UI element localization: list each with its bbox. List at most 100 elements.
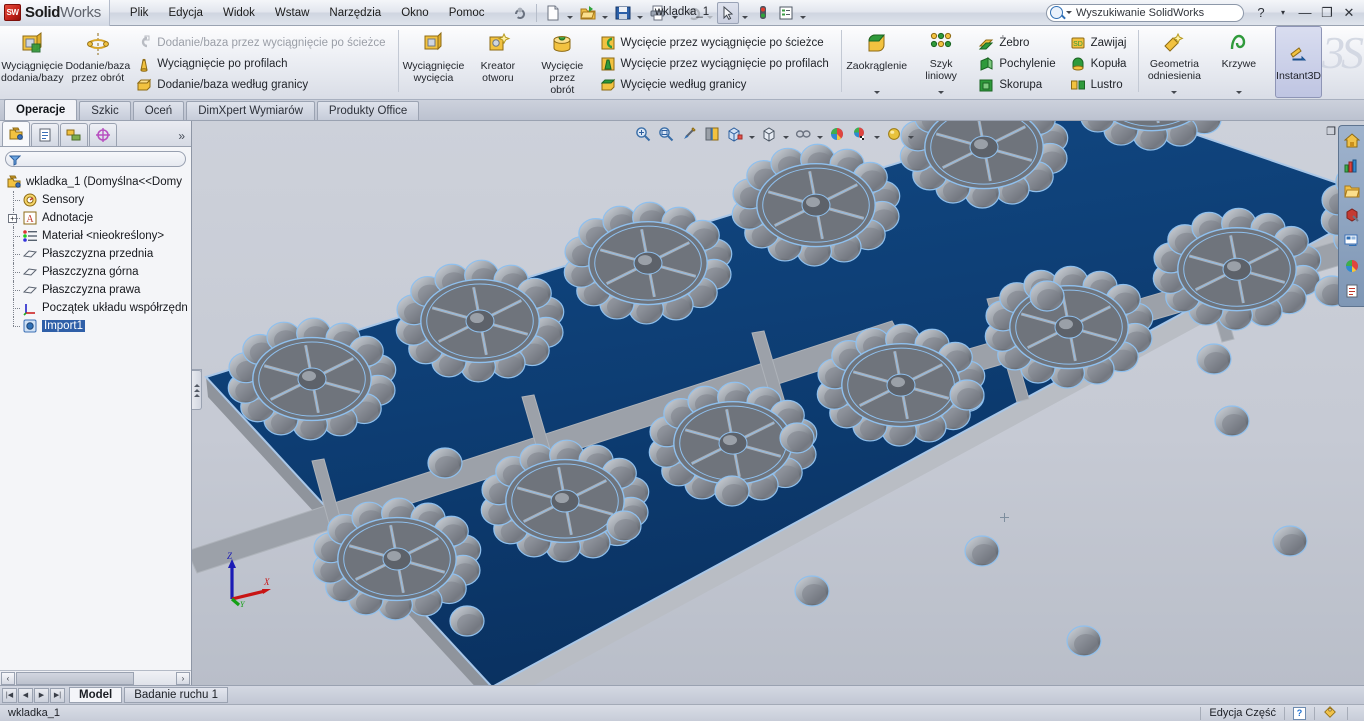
revolved-boss-base-button[interactable]: Dodanie/baza przez obrót bbox=[64, 26, 131, 98]
task-pane-view-palette-icon[interactable] bbox=[1341, 229, 1363, 253]
prev-sheet-button[interactable]: ◀ bbox=[18, 687, 33, 703]
menu-widok[interactable]: Widok bbox=[213, 2, 265, 24]
display-style-dropdown[interactable] bbox=[781, 124, 791, 144]
task-pane-design-library-icon[interactable] bbox=[1341, 154, 1363, 178]
fillet-button[interactable]: Zaokrąglenie bbox=[845, 26, 909, 98]
fillet-dropdown[interactable] bbox=[846, 87, 908, 97]
loose-boss[interactable] bbox=[714, 475, 750, 507]
tree-item-import1[interactable]: Import1 bbox=[4, 317, 191, 335]
loose-boss[interactable] bbox=[949, 379, 985, 411]
loose-boss[interactable] bbox=[449, 605, 485, 637]
gear-cavity[interactable] bbox=[395, 259, 565, 383]
loose-boss[interactable] bbox=[1066, 625, 1102, 657]
minimize-button[interactable]: — bbox=[1294, 3, 1316, 23]
close-button[interactable]: ✕ bbox=[1338, 3, 1360, 23]
lofted-boss-base-button[interactable]: Wyciągnięcie po profilach bbox=[133, 53, 392, 74]
menu-wstaw[interactable]: Wstaw bbox=[265, 2, 320, 24]
restore-button[interactable]: ❐ bbox=[1316, 3, 1338, 23]
options-dropdown[interactable] bbox=[798, 2, 809, 24]
menu-edycja[interactable]: Edycja bbox=[158, 2, 213, 24]
gear-cavity[interactable] bbox=[480, 439, 650, 563]
undo-dropdown[interactable] bbox=[705, 2, 716, 24]
curves-button[interactable]: Krzywe bbox=[1207, 26, 1271, 98]
search-input[interactable] bbox=[1076, 6, 1237, 19]
loose-boss[interactable] bbox=[1272, 525, 1308, 557]
zoom-to-fit-icon[interactable] bbox=[632, 124, 654, 144]
graphics-viewport[interactable]: ❐ ✕ Z X Y bbox=[192, 121, 1364, 685]
sheet-tab-badanie-ruchu[interactable]: Badanie ruchu 1 bbox=[124, 687, 228, 703]
loose-boss[interactable] bbox=[964, 535, 1000, 567]
boundary-boss-base-button[interactable]: Dodanie/baza według granicy bbox=[133, 74, 392, 95]
feature-tree-filter[interactable] bbox=[5, 151, 186, 167]
tree-item-adnotacje[interactable]: + A Adnotacje bbox=[4, 209, 191, 227]
property-manager-tab[interactable] bbox=[31, 123, 59, 146]
select-dropdown[interactable] bbox=[740, 2, 751, 24]
edit-appearance-icon[interactable] bbox=[826, 124, 848, 144]
wrap-button[interactable]: SD Zawijaj bbox=[1067, 32, 1134, 53]
lofted-cut-button[interactable]: Wycięcie przez wyciągnięcie po profilach bbox=[597, 53, 836, 74]
help-dropdown[interactable]: ▾ bbox=[1272, 3, 1294, 23]
feature-manager-more-tabs[interactable]: » bbox=[178, 129, 191, 146]
loose-boss[interactable] bbox=[1029, 280, 1065, 312]
tree-item-plaszczyzna-gorna[interactable]: Płaszczyzna górna bbox=[4, 263, 191, 281]
select-cursor-icon[interactable] bbox=[716, 1, 739, 24]
view-settings-dropdown[interactable] bbox=[906, 124, 916, 144]
undo-icon[interactable] bbox=[682, 2, 704, 24]
hole-wizard-button[interactable]: Kreator otworu bbox=[466, 26, 530, 98]
mirror-button[interactable]: Lustro bbox=[1067, 74, 1134, 95]
last-sheet-button[interactable]: ▶| bbox=[50, 687, 65, 703]
tree-item-sensory[interactable]: Sensory bbox=[4, 191, 191, 209]
tree-root[interactable]: wkladka_1 (Domyślna<<Domy bbox=[4, 173, 191, 191]
rebuild-status-icon[interactable] bbox=[752, 2, 774, 24]
save-icon[interactable] bbox=[612, 2, 634, 24]
help-button[interactable]: ? bbox=[1250, 3, 1272, 23]
apply-scene-dropdown[interactable] bbox=[872, 124, 882, 144]
rib-button[interactable]: Żebro bbox=[975, 32, 1062, 53]
options-icon[interactable] bbox=[775, 2, 797, 24]
loose-boss[interactable] bbox=[1196, 343, 1232, 375]
gear-cavity[interactable] bbox=[563, 201, 733, 325]
first-sheet-button[interactable]: |◀ bbox=[2, 687, 17, 703]
tab-operacje[interactable]: Operacje bbox=[4, 99, 78, 120]
print-icon[interactable] bbox=[647, 2, 669, 24]
reference-geometry-button[interactable]: Geometria odniesienia bbox=[1142, 26, 1206, 98]
status-tag-cell[interactable] bbox=[1315, 705, 1347, 721]
reference-geometry-dropdown[interactable] bbox=[1143, 87, 1205, 97]
gear-cavity[interactable] bbox=[731, 143, 901, 267]
rebuild-icon[interactable] bbox=[509, 2, 531, 24]
draft-button[interactable]: Pochylenie bbox=[975, 53, 1062, 74]
hscroll-thumb[interactable] bbox=[16, 671, 134, 685]
swept-cut-button[interactable]: Wycięcie przez wyciągnięcie po ścieżce bbox=[597, 32, 836, 53]
tab-ocen[interactable]: Oceń bbox=[132, 101, 185, 120]
task-pane-appearances-icon[interactable] bbox=[1341, 254, 1363, 278]
view-settings-icon[interactable] bbox=[883, 124, 905, 144]
next-sheet-button[interactable]: ▶ bbox=[34, 687, 49, 703]
new-document-icon[interactable] bbox=[542, 2, 564, 24]
task-pane-custom-properties-icon[interactable] bbox=[1341, 279, 1363, 303]
tree-expand-icon[interactable]: + bbox=[8, 214, 17, 223]
3d-model-canvas[interactable] bbox=[192, 121, 1364, 685]
tree-item-plaszczyzna-przednia[interactable]: Płaszczyzna przednia bbox=[4, 245, 191, 263]
hscroll-right-button[interactable]: › bbox=[176, 671, 190, 685]
loose-boss[interactable] bbox=[606, 510, 642, 542]
dome-button[interactable]: Kopuła bbox=[1067, 53, 1134, 74]
hide-show-items-dropdown[interactable] bbox=[815, 124, 825, 144]
instant3d-toggle[interactable]: Instant3D bbox=[1275, 26, 1322, 98]
linear-pattern-dropdown[interactable] bbox=[910, 87, 972, 97]
tab-szkic[interactable]: Szkic bbox=[79, 101, 131, 120]
loose-boss[interactable] bbox=[427, 447, 463, 479]
swept-boss-base-button[interactable]: Dodanie/baza przez wyciągnięcie po ścież… bbox=[133, 32, 392, 53]
print-dropdown[interactable] bbox=[670, 2, 681, 24]
tab-produkty-office[interactable]: Produkty Office bbox=[316, 101, 420, 120]
gear-cavity[interactable] bbox=[312, 497, 482, 621]
dimxpert-manager-tab[interactable] bbox=[89, 123, 117, 146]
hide-show-items-icon[interactable] bbox=[792, 124, 814, 144]
gear-cavity[interactable] bbox=[1152, 207, 1322, 331]
section-view-icon[interactable] bbox=[701, 124, 723, 144]
new-document-dropdown[interactable] bbox=[565, 2, 576, 24]
menu-pomoc[interactable]: Pomoc bbox=[439, 2, 495, 24]
task-pane-search-icon[interactable] bbox=[1341, 204, 1363, 228]
boundary-cut-button[interactable]: Wycięcie według granicy bbox=[597, 74, 836, 95]
previous-view-icon[interactable] bbox=[678, 124, 700, 144]
task-pane-solidworks-resources-icon[interactable] bbox=[1341, 129, 1363, 153]
